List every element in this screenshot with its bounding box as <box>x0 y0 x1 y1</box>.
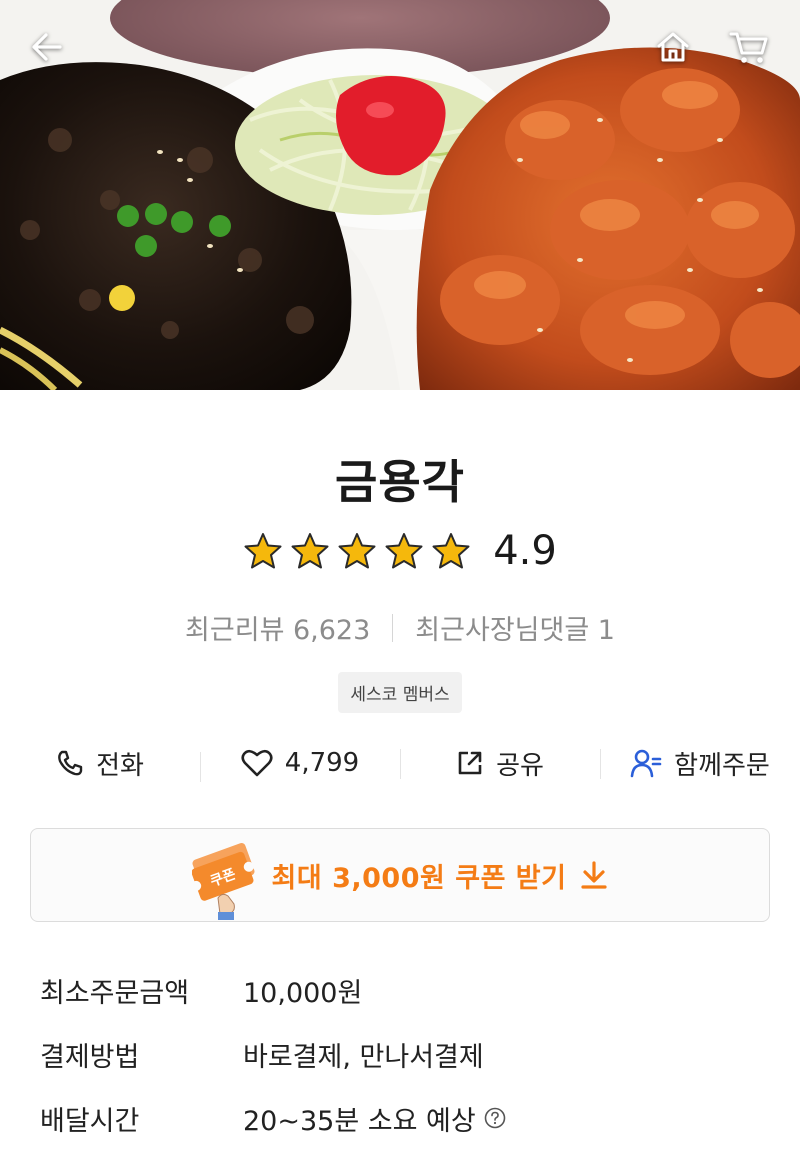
min-order-value: 10,000원 <box>243 977 363 1009</box>
star-icon <box>244 533 282 569</box>
min-order-row: 최소주문금액 10,000원 <box>40 958 760 1022</box>
recent-reviews-link[interactable]: 최근리뷰 6,623 <box>185 608 370 647</box>
heart-icon <box>241 749 273 777</box>
call-button[interactable]: 전화 <box>0 745 200 782</box>
payment-method-row: 결제방법 바로결제, 만나서결제 <box>40 1022 760 1086</box>
store-actions: 전화 4,799 공유 함께주문 <box>0 740 800 786</box>
share-icon <box>458 751 482 775</box>
coupon-icon: 쿠폰 <box>190 840 262 920</box>
rating-value: 4.9 <box>493 528 557 574</box>
share-button[interactable]: 공유 <box>400 745 600 782</box>
min-order-label: 최소주문금액 <box>40 977 190 1009</box>
review-divider <box>392 613 394 642</box>
star-icon <box>385 533 423 569</box>
delivery-time-text: 20~35분 소요 예상 <box>243 1105 476 1137</box>
share-label: 공유 <box>496 750 544 781</box>
delivery-time-value: 20~35분 소요 예상 <box>243 1099 506 1138</box>
question-circle-icon[interactable] <box>484 1107 506 1129</box>
cart-button[interactable] <box>724 22 774 72</box>
delivery-time-row: 배달시간 20~35분 소요 예상 <box>40 1086 760 1150</box>
home-button[interactable] <box>648 22 698 72</box>
call-label: 전화 <box>96 750 144 781</box>
owner-replies-link[interactable]: 최근사장님댓글 1 <box>415 608 615 647</box>
rating-stars <box>243 531 471 571</box>
star-icon <box>338 533 376 569</box>
rating-row: 4.9 <box>0 528 800 574</box>
home-icon <box>657 32 689 62</box>
star-icon <box>291 533 329 569</box>
group-order-label: 함께주문 <box>674 750 770 781</box>
user-icon <box>630 749 662 778</box>
arrow-left-icon <box>32 33 62 61</box>
star-icon <box>432 533 470 569</box>
like-button[interactable]: 4,799 <box>200 748 400 782</box>
review-summary: 최근리뷰 6,623 최근사장님댓글 1 <box>0 608 800 647</box>
cesco-members-badge: 세스코 멤버스 <box>338 672 462 713</box>
back-button[interactable] <box>22 22 72 72</box>
store-info-table: 최소주문금액 10,000원 결제방법 바로결제, 만나서결제 배달시간 20~… <box>40 958 760 1150</box>
group-order-button[interactable]: 함께주문 <box>600 745 800 782</box>
phone-icon <box>58 750 83 776</box>
payment-method-label: 결제방법 <box>40 1041 140 1073</box>
delivery-time-label: 배달시간 <box>40 1105 140 1137</box>
coupon-text: 최대 3,000원 쿠폰 받기 <box>271 862 567 894</box>
download-arrow-icon <box>581 861 608 889</box>
store-hero-image <box>0 0 800 390</box>
store-name: 금용각 <box>335 455 465 509</box>
payment-method-value: 바로결제, 만나서결제 <box>243 1041 484 1073</box>
like-count: 4,799 <box>284 748 360 778</box>
coupon-download-button[interactable]: 쿠폰 최대 3,000원 쿠폰 받기 <box>30 828 770 922</box>
cart-icon <box>729 32 768 63</box>
